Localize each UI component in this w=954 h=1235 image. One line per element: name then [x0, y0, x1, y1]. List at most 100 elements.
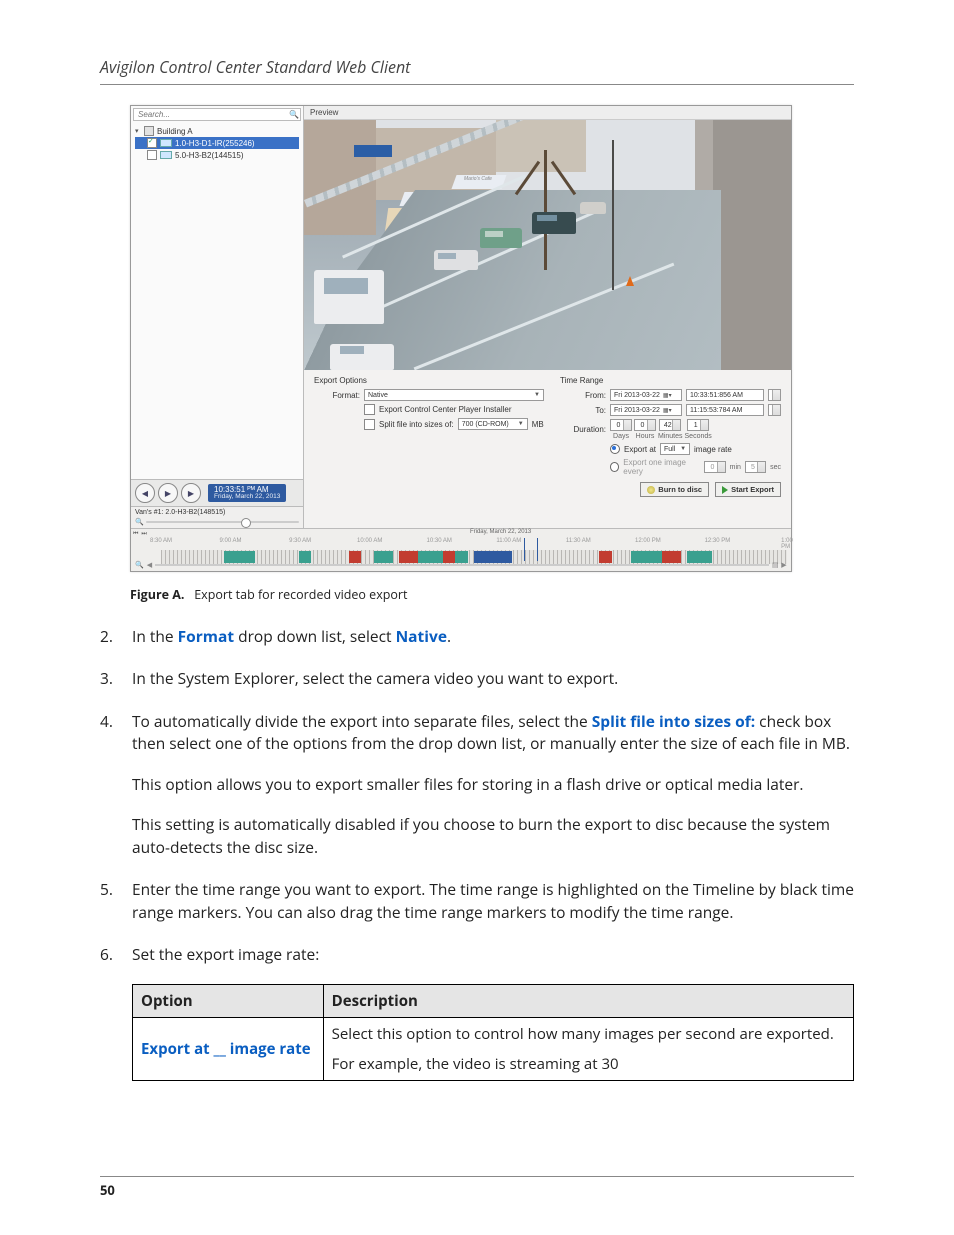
- camera-icon: [160, 151, 172, 159]
- split-checkbox[interactable]: [364, 419, 375, 430]
- to-label: To:: [560, 406, 606, 415]
- collapse-icon[interactable]: ▤: [772, 561, 778, 569]
- to-date-picker[interactable]: Fri 2013-03-22▦▾: [610, 404, 682, 416]
- calendar-icon: ▦▾: [663, 392, 672, 399]
- tick-label: 11:30 AM: [566, 538, 591, 544]
- kw-native: Native: [396, 625, 447, 647]
- app-window: 🔍 ▾ Building A 1.0-H3-D1-IR(255246): [130, 105, 792, 572]
- playback-date: Friday, March 22, 2013: [214, 494, 280, 501]
- dur-minutes[interactable]: 42: [659, 419, 681, 431]
- format-value: Native: [368, 392, 388, 399]
- to-time-spinner[interactable]: [768, 404, 781, 416]
- col-description: Description: [323, 984, 853, 1017]
- timeline-zoom-slider[interactable]: [155, 564, 769, 566]
- split-size-dropdown[interactable]: 700 (CD-ROM) ▼: [458, 418, 528, 430]
- burn-to-disc-button[interactable]: Burn to disc: [640, 482, 709, 497]
- timeline-skip-controls[interactable]: ⏮⏭: [133, 531, 150, 538]
- image-rate-table: Option Description Export at __ image ra…: [132, 984, 854, 1081]
- calendar-icon: ▦▾: [663, 407, 672, 414]
- tick-label: 12:30 PM: [705, 538, 731, 544]
- player-checkbox[interactable]: [364, 404, 375, 415]
- format-dropdown[interactable]: Native ▼: [364, 389, 544, 401]
- tree-root[interactable]: ▾ Building A: [135, 125, 299, 137]
- start-export-button[interactable]: Start Export: [715, 482, 781, 497]
- chevron-down-icon: ▼: [534, 392, 540, 398]
- from-date-picker[interactable]: Fri 2013-03-22▦▾: [610, 389, 682, 401]
- tick-label: 1:00 PM: [781, 538, 793, 550]
- dur-days[interactable]: 0: [610, 419, 632, 431]
- step-6: 6. Set the export image rate: Option Des…: [100, 943, 854, 1080]
- checkbox-icon[interactable]: [147, 138, 157, 148]
- step-3: 3. In the System Explorer, select the ca…: [100, 667, 854, 689]
- sidebar-footer: Van's #1: 2.0-H3-B2(148515) 🔍: [131, 506, 303, 528]
- header-rule: [100, 84, 854, 85]
- dur-hours[interactable]: 0: [634, 419, 656, 431]
- from-time-input[interactable]: 10:33:51:856 AM: [686, 389, 764, 401]
- step-back-button[interactable]: ◀: [135, 483, 155, 503]
- chevron-down-icon: ▼: [518, 421, 524, 427]
- running-header: Avigilon Control Center Standard Web Cli…: [100, 56, 854, 78]
- interval-label: Export one image every: [623, 458, 700, 476]
- sidebar: 🔍 ▾ Building A 1.0-H3-D1-IR(255246): [131, 106, 304, 528]
- step-5: 5. Enter the time range you want to expo…: [100, 878, 854, 923]
- format-label: Format:: [314, 391, 360, 400]
- range-marker-start[interactable]: [524, 538, 525, 561]
- row-description: Select this option to control how many i…: [323, 1017, 853, 1080]
- playback-controls: ◀ ▶ ▶ 10:33:51 ᴾᴹ AM Friday, March 22, 2…: [131, 479, 303, 506]
- device-tree: ▾ Building A 1.0-H3-D1-IR(255246) 5.0-H3…: [131, 123, 303, 479]
- figure-caption: Figure A. Export tab for recorded video …: [130, 586, 810, 603]
- zoom-out-icon[interactable]: 🔍: [135, 518, 144, 526]
- interval-radio[interactable]: [610, 462, 619, 472]
- to-time-input[interactable]: 11:15:53:784 AM: [686, 404, 764, 416]
- tree-item-0[interactable]: 1.0-H3-D1-IR(255246): [135, 137, 299, 149]
- zoom-out-icon[interactable]: 🔍: [135, 561, 144, 569]
- sidebar-search[interactable]: 🔍: [133, 108, 301, 121]
- time-range-panel: Time Range From: Fri 2013-03-22▦▾ 10:33:…: [560, 376, 781, 522]
- tick-label: 12:00 PM: [635, 538, 661, 544]
- export-options-title: Export Options: [314, 376, 544, 385]
- instruction-list: 2. In the Format drop down list, select …: [100, 625, 854, 1081]
- tree-item-1[interactable]: 5.0-H3-B2(144515): [135, 149, 299, 161]
- rate-radio[interactable]: [610, 444, 620, 454]
- step-fwd-button[interactable]: ▶: [181, 483, 201, 503]
- chevron-down-icon: ▼: [680, 446, 686, 452]
- from-label: From:: [560, 391, 606, 400]
- playback-time-pill: 10:33:51 ᴾᴹ AM Friday, March 22, 2013: [208, 484, 286, 503]
- tick-label: 9:30 AM: [289, 538, 311, 544]
- time-range-title: Time Range: [560, 376, 781, 385]
- duration-label: Duration:: [560, 425, 606, 434]
- rate-suffix: image rate: [694, 445, 732, 454]
- step-4: 4. To automatically divide the export in…: [100, 710, 854, 858]
- tick-label: 10:00 AM: [357, 538, 382, 544]
- checkbox-icon[interactable]: [147, 150, 157, 160]
- range-marker-end[interactable]: [537, 538, 538, 561]
- caret-icon: ▾: [135, 127, 141, 135]
- tick-label: 11:00 AM: [496, 538, 521, 544]
- tree-item-label: 5.0-H3-B2(144515): [175, 151, 243, 160]
- scroll-right-icon[interactable]: ▶: [781, 561, 787, 569]
- kw-format: Format: [178, 625, 234, 647]
- rate-dropdown[interactable]: Full▼: [660, 443, 690, 455]
- timeline[interactable]: ⏮⏭ Friday, March 22, 2013: [131, 528, 791, 571]
- rate-label: Export at: [624, 445, 656, 454]
- search-input[interactable]: [134, 109, 288, 120]
- from-time-spinner[interactable]: [768, 389, 781, 401]
- tick-label: 8:30 AM: [150, 538, 172, 544]
- split-unit: MB: [532, 420, 544, 429]
- timeline-date: Friday, March 22, 2013: [468, 529, 533, 535]
- zoom-slider[interactable]: [146, 521, 299, 523]
- main-panel: Preview Mario's Cafe: [304, 106, 791, 528]
- camera-icon: [160, 139, 172, 147]
- interval-sec[interactable]: 5: [745, 461, 766, 473]
- player-cb-label: Export Control Center Player Installer: [379, 405, 512, 414]
- dur-seconds[interactable]: 1: [687, 419, 709, 431]
- play-button[interactable]: ▶: [158, 483, 178, 503]
- video-preview: Mario's Cafe: [304, 120, 791, 370]
- footer-camera-name: Van's #1: 2.0-H3-B2(148515): [135, 509, 299, 516]
- search-icon: 🔍: [288, 110, 300, 119]
- kw-split-file: Split file into sizes of:: [592, 710, 755, 732]
- interval-min[interactable]: 0: [704, 461, 725, 473]
- preview-label: Preview: [304, 106, 791, 120]
- split-cb-label: Split file into sizes of:: [379, 420, 454, 429]
- tick-label: 9:00 AM: [220, 538, 242, 544]
